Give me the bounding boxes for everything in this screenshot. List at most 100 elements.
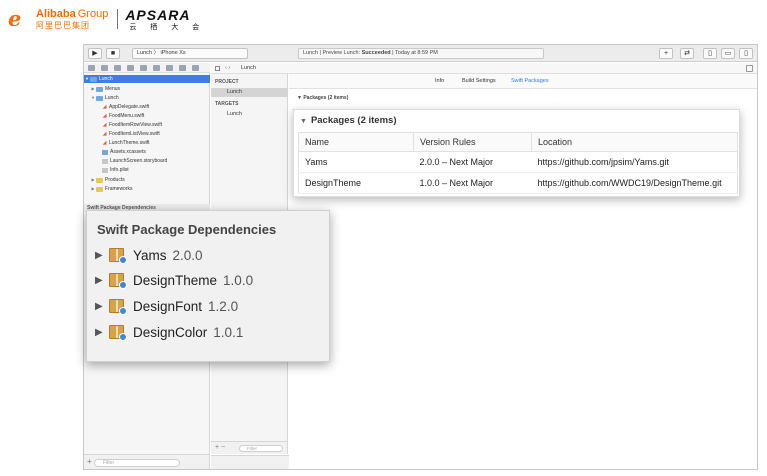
disclosure-down-icon: ▼ xyxy=(300,118,307,125)
tree-item-lunch[interactable]: ▼ Lunch xyxy=(84,94,119,102)
alibaba-cn-name: 阿里巴巴集团 xyxy=(36,20,90,30)
tree-item-frameworks[interactable]: ▶ Frameworks xyxy=(84,185,133,193)
targets-header: TARGETS xyxy=(215,101,239,107)
swift-file-icon: ◢ xyxy=(102,140,107,146)
dependency-name: DesignColor xyxy=(133,324,208,340)
find-icon[interactable] xyxy=(127,65,134,71)
package-location: https://github.com/jpsim/Yams.git xyxy=(531,151,738,173)
alibaba-group: Group xyxy=(77,7,109,20)
status-suffix: | Today at 8:59 PM xyxy=(390,50,438,56)
packages-zoom-callout: ▼ Packages (2 items) Name Version Rules L… xyxy=(293,109,740,197)
folder-nav-icon[interactable] xyxy=(88,65,95,71)
tab-info[interactable]: Info xyxy=(435,78,444,84)
swift-package-icon xyxy=(109,297,127,315)
back-forward-icon[interactable]: ‹ › xyxy=(225,63,230,74)
navigator-filter-input[interactable]: Filter xyxy=(94,459,180,467)
report-icon[interactable] xyxy=(192,65,199,71)
project-header: PROJECT xyxy=(215,79,239,85)
folder-icon xyxy=(96,177,103,183)
target-item[interactable]: Lunch xyxy=(211,110,288,119)
dependency-item-designtheme[interactable]: ▶ DesignTheme 1.0.0 xyxy=(95,269,253,291)
plist-icon xyxy=(102,167,108,173)
disclosure-right-icon[interactable]: ▶ xyxy=(95,250,109,261)
tree-root[interactable]: ▼ Lunch xyxy=(84,75,210,83)
package-version-rule: 1.0.0 – Next Major xyxy=(413,172,532,194)
run-button[interactable]: ▶ xyxy=(88,48,102,59)
tree-item-file[interactable]: ◢ FoodItemRowView.swift xyxy=(84,121,162,129)
breakpoint-icon[interactable] xyxy=(179,65,186,71)
dependency-item-designcolor[interactable]: ▶ DesignColor 1.0.1 xyxy=(95,321,243,343)
alibaba-name: Alibaba xyxy=(36,7,76,20)
navigator-tab-bar xyxy=(84,63,210,73)
scheme-selector[interactable]: Lunch 〉 iPhone Xs xyxy=(132,48,248,59)
tree-item-file[interactable]: ◢ FoodMenu.swift xyxy=(84,112,145,120)
toggle-inspector-icon[interactable]: ▯ xyxy=(739,48,753,59)
folder-icon xyxy=(96,86,103,92)
targets-filter-input[interactable]: Filter xyxy=(239,445,283,452)
column-header-version-rules[interactable]: Version Rules xyxy=(413,132,532,152)
tree-item-file[interactable]: ◢ LunchTheme.swift xyxy=(84,139,150,147)
tree-label: Frameworks xyxy=(105,186,133,192)
add-icon[interactable]: + xyxy=(87,457,92,466)
code-review-icon[interactable]: ⇄ xyxy=(680,48,694,59)
library-plus-button[interactable]: + xyxy=(659,48,673,59)
project-item[interactable]: Lunch xyxy=(211,88,288,97)
swift-package-icon xyxy=(109,246,127,264)
disclosure-right-icon[interactable]: ▶ xyxy=(95,301,109,312)
column-header-location[interactable]: Location xyxy=(531,132,738,152)
tree-label: Products xyxy=(105,177,125,183)
dependency-item-designfont[interactable]: ▶ DesignFont 1.2.0 xyxy=(95,295,238,317)
tree-item-menus[interactable]: ▶ Menus xyxy=(84,85,120,93)
tree-item-file[interactable]: ◢ FoodItemListView.swift xyxy=(84,130,160,138)
table-row[interactable]: Yams 2.0.0 – Next Major https://github.c… xyxy=(298,151,738,173)
dependency-name: DesignTheme xyxy=(133,272,218,288)
breadcrumb[interactable]: Lunch xyxy=(241,63,256,74)
tree-item-file[interactable]: LaunchScreen.storyboard xyxy=(84,157,167,165)
package-name: DesignTheme xyxy=(298,172,414,194)
tree-label: Info.plist xyxy=(110,167,129,173)
packages-title[interactable]: ▼ Packages (2 items) xyxy=(300,115,396,126)
disclosure-right-icon[interactable]: ▶ xyxy=(95,327,109,338)
tree-label: Lunch xyxy=(99,76,113,82)
dependency-name: Yams xyxy=(133,247,167,263)
tree-item-file[interactable]: Info.plist xyxy=(84,166,129,174)
tree-item-file[interactable]: Assets.xcassets xyxy=(84,148,146,156)
packages-table: Name Version Rules Location Yams 2.0.0 –… xyxy=(298,132,738,194)
column-header-name[interactable]: Name xyxy=(298,132,414,152)
issue-icon[interactable] xyxy=(140,65,147,71)
symbol-nav-icon[interactable] xyxy=(114,65,121,71)
tree-item-file[interactable]: ◢ AppDelegate.swift xyxy=(84,103,150,111)
project-icon xyxy=(90,76,97,82)
swift-file-icon: ◢ xyxy=(102,113,107,119)
tab-swift-packages[interactable]: Swift Packages xyxy=(511,78,549,84)
test-icon[interactable] xyxy=(153,65,160,71)
tree-label: Lunch xyxy=(105,95,119,101)
tree-label: Menus xyxy=(105,86,121,92)
add-editor-icon[interactable] xyxy=(746,65,753,72)
dependency-item-yams[interactable]: ▶ Yams 2.0.0 xyxy=(95,244,203,266)
toggle-navigator-icon[interactable]: ▯ xyxy=(703,48,717,59)
folder-icon xyxy=(96,186,103,192)
table-row[interactable]: DesignTheme 1.0.0 – Next Major https://g… xyxy=(298,172,738,194)
packages-section-header[interactable]: ▼ Packages (2 items) xyxy=(297,95,348,101)
toggle-debug-icon[interactable]: ▭ xyxy=(721,48,735,59)
asset-catalog-icon xyxy=(102,149,108,155)
tree-item-products[interactable]: ▶ Products xyxy=(84,176,125,184)
swift-package-icon xyxy=(109,323,127,341)
debug-bar xyxy=(211,455,289,469)
add-target-icon[interactable]: + − xyxy=(215,444,225,451)
storyboard-icon xyxy=(102,158,108,164)
stop-button[interactable]: ■ xyxy=(106,48,120,59)
dependency-version: 1.0.1 xyxy=(213,324,244,340)
related-items-icon[interactable] xyxy=(215,66,220,71)
tree-label: FoodItemRowView.swift xyxy=(109,122,162,128)
source-control-icon[interactable] xyxy=(101,65,108,71)
debug-nav-icon[interactable] xyxy=(166,65,173,71)
disclosure-right-icon[interactable]: ▶ xyxy=(95,275,109,286)
status-state: Succeeded xyxy=(361,50,391,56)
tree-label: LaunchScreen.storyboard xyxy=(110,158,168,164)
tree-label: Assets.xcassets xyxy=(110,149,146,155)
tab-build-settings[interactable]: Build Settings xyxy=(462,78,496,84)
navigator-filter-bar: + Filter xyxy=(84,454,210,469)
dependency-version: 1.0.0 xyxy=(223,272,254,288)
